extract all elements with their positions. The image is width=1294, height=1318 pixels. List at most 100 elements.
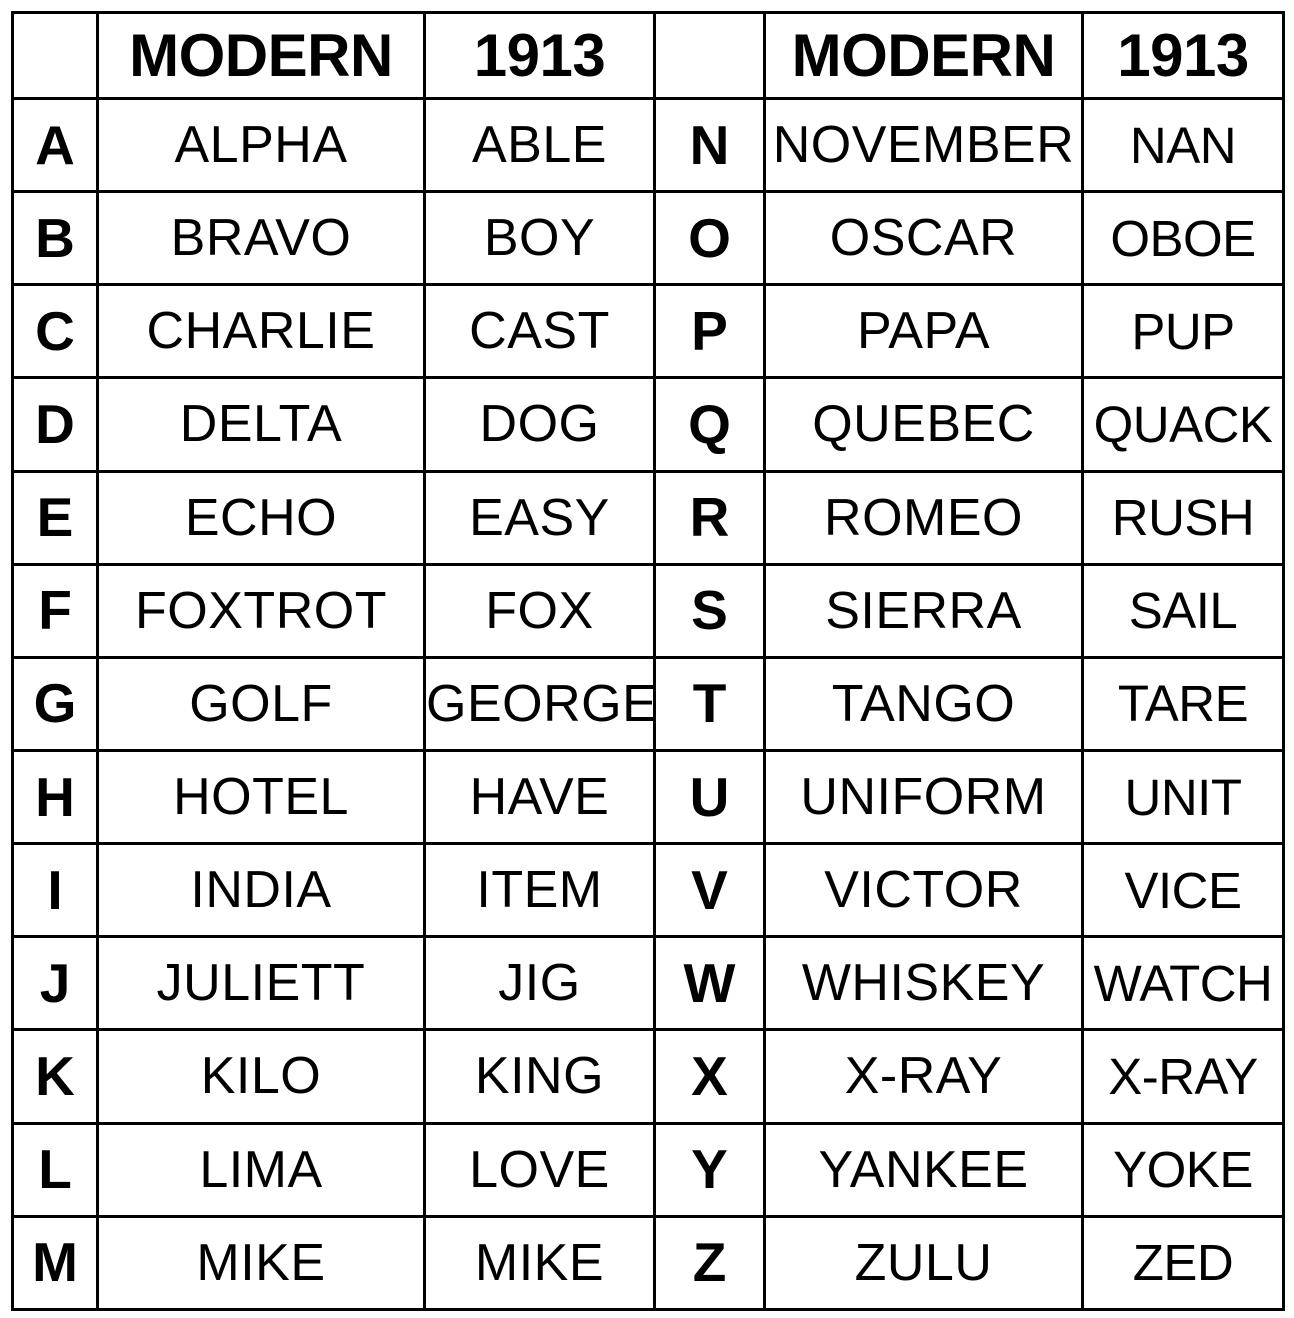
modern-cell-right: VICTOR xyxy=(763,842,1084,939)
modern-cell-left: MIKE xyxy=(96,1214,426,1311)
table-row: G GOLF GEORGE T TANGO TARE xyxy=(11,655,1285,752)
modern-cell-left: BRAVO xyxy=(96,190,426,287)
letter-cell-left: K xyxy=(11,1028,99,1125)
header-letter-left xyxy=(11,11,99,100)
table-row: J JULIETT JIG W WHISKEY WATCH xyxy=(11,935,1285,1032)
table-row: D DELTA DOG Q QUEBEC QUACK xyxy=(11,376,1285,473)
table-row: A ALPHA ABLE N NOVEMBER NAN xyxy=(11,96,1285,194)
y1913-cell-right: YOKE xyxy=(1081,1121,1285,1218)
y1913-cell-left: CAST xyxy=(423,283,656,380)
y1913-cell-left: ITEM xyxy=(423,842,656,939)
letter-cell-right: P xyxy=(653,283,766,380)
modern-cell-left: FOXTROT xyxy=(96,562,426,659)
y1913-cell-right: PUP xyxy=(1081,283,1285,380)
modern-cell-left: GOLF xyxy=(96,655,426,752)
y1913-cell-left: FOX xyxy=(423,562,656,659)
letter-cell-left: D xyxy=(11,376,99,473)
modern-cell-right: X-RAY xyxy=(763,1028,1084,1125)
header-modern-right: MODERN xyxy=(763,11,1084,100)
y1913-cell-left: HAVE xyxy=(423,748,656,846)
letter-cell-right: N xyxy=(653,96,766,194)
modern-cell-right: QUEBEC xyxy=(763,376,1084,473)
letter-cell-right: V xyxy=(653,842,766,939)
table-row: E ECHO EASY R ROMEO RUSH xyxy=(11,469,1285,566)
y1913-cell-left: KING xyxy=(423,1028,656,1125)
letter-cell-right: X xyxy=(653,1028,766,1125)
y1913-cell-right: UNIT xyxy=(1081,748,1285,846)
letter-cell-right: Q xyxy=(653,376,766,473)
modern-cell-left: CHARLIE xyxy=(96,283,426,380)
y1913-cell-left: ABLE xyxy=(423,96,656,194)
modern-cell-right: NOVEMBER xyxy=(763,96,1084,194)
letter-cell-left: H xyxy=(11,748,99,846)
header-1913-right: 1913 xyxy=(1081,11,1285,100)
letter-cell-left: B xyxy=(11,190,99,287)
letter-cell-right: R xyxy=(653,469,766,566)
modern-cell-left: ALPHA xyxy=(96,96,426,194)
header-letter-right xyxy=(653,11,766,100)
letter-cell-right: Z xyxy=(653,1214,766,1311)
y1913-cell-right: QUACK xyxy=(1081,376,1285,473)
y1913-cell-right: WATCH xyxy=(1081,935,1285,1032)
table-row: K KILO KING X X-RAY X-RAY xyxy=(11,1028,1285,1125)
modern-cell-right: ZULU xyxy=(763,1214,1084,1311)
y1913-cell-right: X-RAY xyxy=(1081,1028,1285,1125)
letter-cell-right: S xyxy=(653,562,766,659)
y1913-cell-left: EASY xyxy=(423,469,656,566)
letter-cell-right: U xyxy=(653,748,766,846)
modern-cell-left: INDIA xyxy=(96,842,426,939)
modern-cell-left: ECHO xyxy=(96,469,426,566)
modern-cell-right: UNIFORM xyxy=(763,748,1084,846)
y1913-cell-right: RUSH xyxy=(1081,469,1285,566)
letter-cell-left: G xyxy=(11,655,99,752)
table-row: H HOTEL HAVE U UNIFORM UNIT xyxy=(11,748,1285,846)
modern-cell-right: SIERRA xyxy=(763,562,1084,659)
table-row: I INDIA ITEM V VICTOR VICE xyxy=(11,842,1285,939)
y1913-cell-right: NAN xyxy=(1081,96,1285,194)
table-row: M MIKE MIKE Z ZULU ZED xyxy=(11,1214,1285,1311)
y1913-cell-left: GEORGE xyxy=(423,655,656,752)
letter-cell-left: L xyxy=(11,1121,99,1218)
letter-cell-left: I xyxy=(11,842,99,939)
letter-cell-right: W xyxy=(653,935,766,1032)
letter-cell-left: F xyxy=(11,562,99,659)
modern-cell-right: WHISKEY xyxy=(763,935,1084,1032)
letter-cell-right: O xyxy=(653,190,766,287)
y1913-cell-left: DOG xyxy=(423,376,656,473)
modern-cell-right: PAPA xyxy=(763,283,1084,380)
y1913-cell-right: SAIL xyxy=(1081,562,1285,659)
y1913-cell-left: JIG xyxy=(423,935,656,1032)
table-row: F FOXTROT FOX S SIERRA SAIL xyxy=(11,562,1285,659)
letter-cell-left: M xyxy=(11,1214,99,1311)
y1913-cell-right: OBOE xyxy=(1081,190,1285,287)
table-row: C CHARLIE CAST P PAPA PUP xyxy=(11,283,1285,380)
table-row: L LIMA LOVE Y YANKEE YOKE xyxy=(11,1121,1285,1218)
letter-cell-left: C xyxy=(11,283,99,380)
phonetic-alphabet-table: MODERN 1913 MODERN 1913 A ALPHA ABLE N NOVEM… xyxy=(11,11,1285,1311)
modern-cell-left: JULIETT xyxy=(96,935,426,1032)
table-row: B BRAVO BOY O OSCAR OBOE xyxy=(11,190,1285,287)
modern-cell-left: HOTEL xyxy=(96,748,426,846)
modern-cell-right: OSCAR xyxy=(763,190,1084,287)
header-1913-left: 1913 xyxy=(423,11,656,100)
y1913-cell-right: ZED xyxy=(1081,1214,1285,1311)
y1913-cell-right: VICE xyxy=(1081,842,1285,939)
y1913-cell-left: BOY xyxy=(423,190,656,287)
y1913-cell-left: MIKE xyxy=(423,1214,656,1311)
letter-cell-left: J xyxy=(11,935,99,1032)
y1913-cell-left: LOVE xyxy=(423,1121,656,1218)
alphabet-comparison-sheet: MODERN 1913 MODERN 1913 A ALPHA ABLE N NOVEM… xyxy=(0,0,1294,1318)
modern-cell-right: ROMEO xyxy=(763,469,1084,566)
modern-cell-right: YANKEE xyxy=(763,1121,1084,1218)
letter-cell-right: Y xyxy=(653,1121,766,1218)
letter-cell-left: E xyxy=(11,469,99,566)
modern-cell-left: KILO xyxy=(96,1028,426,1125)
letter-cell-right: T xyxy=(653,655,766,752)
modern-cell-left: DELTA xyxy=(96,376,426,473)
modern-cell-right: TANGO xyxy=(763,655,1084,752)
header-modern-left: MODERN xyxy=(96,11,426,100)
letter-cell-left: A xyxy=(11,96,99,194)
table-header-row: MODERN 1913 MODERN 1913 xyxy=(11,11,1285,100)
modern-cell-left: LIMA xyxy=(96,1121,426,1218)
y1913-cell-right: TARE xyxy=(1081,655,1285,752)
